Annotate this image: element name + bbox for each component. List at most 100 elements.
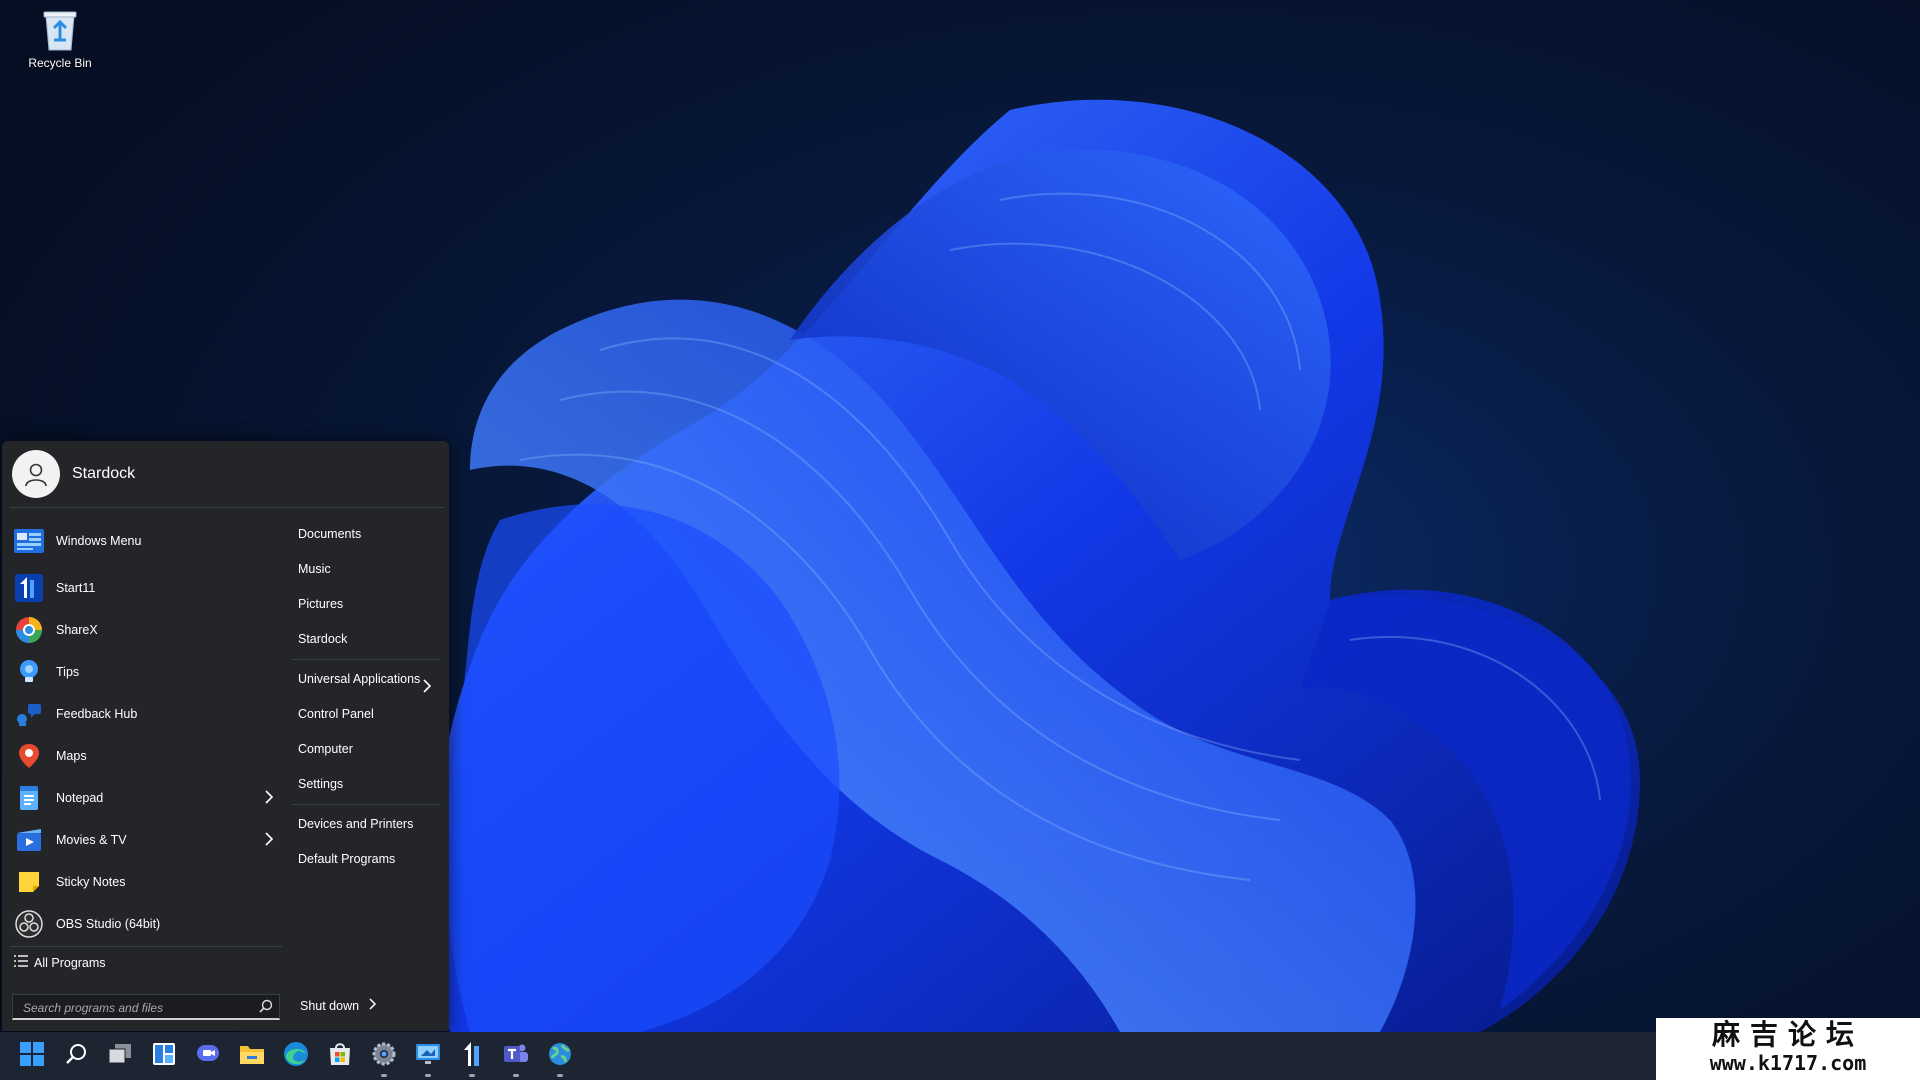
place-music[interactable]: Music xyxy=(292,552,440,587)
chevron-right-icon xyxy=(264,790,274,807)
app-label: Feedback Hub xyxy=(56,707,138,721)
desktop-icon-label: Recycle Bin xyxy=(28,56,92,70)
places-list: Documents Music Pictures Stardock Univer… xyxy=(292,517,440,877)
widgets-icon xyxy=(152,1042,176,1071)
store-icon xyxy=(328,1042,352,1071)
place-label: Stardock xyxy=(298,632,348,646)
running-indicator xyxy=(425,1074,431,1077)
running-indicator xyxy=(513,1074,519,1077)
sharex-icon xyxy=(14,615,44,645)
app-label: OBS Studio (64bit) xyxy=(56,917,161,931)
taskbar-remote-desktop[interactable] xyxy=(412,1040,444,1077)
shutdown-label: Shut down xyxy=(300,998,360,1013)
app-obs-studio[interactable]: OBS Studio (64bit) xyxy=(10,903,282,945)
app-start11[interactable]: Start11 xyxy=(10,567,282,609)
place-label: Documents xyxy=(298,527,362,541)
running-indicator xyxy=(557,1074,563,1077)
taskbar-search[interactable] xyxy=(60,1040,92,1072)
search-icon xyxy=(65,1043,87,1070)
app-sticky-notes[interactable]: Sticky Notes xyxy=(10,861,282,903)
recycle-bin-icon xyxy=(40,6,80,52)
chevron-right-icon[interactable] xyxy=(369,998,377,1013)
place-label: Universal Applications xyxy=(298,672,421,686)
place-label: Settings xyxy=(298,777,344,791)
windows-menu-icon xyxy=(14,526,44,556)
app-label: Movies & TV xyxy=(56,833,127,847)
start11-icon xyxy=(14,573,44,603)
place-label: Default Programs xyxy=(298,852,396,866)
chevron-right-icon xyxy=(264,832,274,849)
taskbar-task-view[interactable] xyxy=(104,1040,136,1072)
taskbar-start-button[interactable] xyxy=(16,1040,48,1072)
taskbar-settings[interactable] xyxy=(368,1040,400,1077)
feedback-hub-icon xyxy=(14,699,44,729)
place-label: Pictures xyxy=(298,597,344,611)
place-settings[interactable]: Settings xyxy=(292,767,440,802)
app-movies-tv[interactable]: Movies & TV xyxy=(10,819,282,861)
place-computer[interactable]: Computer xyxy=(292,732,440,767)
app-label: Start11 xyxy=(56,581,96,595)
place-stardock[interactable]: Stardock xyxy=(292,622,440,657)
place-devices-and-printers[interactable]: Devices and Printers xyxy=(292,807,440,842)
taskbar-chat[interactable] xyxy=(192,1040,224,1072)
all-programs-button[interactable]: All Programs xyxy=(14,954,106,971)
app-label: Windows Menu xyxy=(56,534,142,548)
desktop-icon-recycle-bin[interactable]: Recycle Bin xyxy=(18,6,102,70)
app-sharex[interactable]: ShareX xyxy=(10,609,282,651)
maps-icon xyxy=(14,741,44,771)
tips-icon xyxy=(14,657,44,687)
place-universal-applications[interactable]: Universal Applications xyxy=(292,662,440,697)
place-label: Computer xyxy=(298,742,353,756)
place-control-panel[interactable]: Control Panel xyxy=(292,697,440,732)
divider xyxy=(10,946,282,947)
all-programs-label: All Programs xyxy=(34,955,106,970)
app-windows-menu[interactable]: Windows Menu xyxy=(10,519,282,563)
search-icon[interactable] xyxy=(259,999,273,1018)
settings-icon xyxy=(372,1042,396,1071)
task-view-icon xyxy=(108,1043,132,1070)
start-button-icon xyxy=(20,1041,44,1071)
running-indicator xyxy=(469,1074,475,1077)
taskbar-teams[interactable] xyxy=(500,1040,532,1077)
pinned-apps-list: Windows Menu Start11 ShareX Tips Feedbac… xyxy=(10,519,282,945)
search-input[interactable] xyxy=(21,998,245,1018)
taskbar-widgets[interactable] xyxy=(148,1040,180,1072)
taskbar xyxy=(0,1032,1920,1080)
running-indicator xyxy=(381,1074,387,1077)
divider xyxy=(10,507,444,508)
place-pictures[interactable]: Pictures xyxy=(292,587,440,622)
taskbar-network-globe[interactable] xyxy=(544,1040,576,1077)
user-profile[interactable]: Stardock xyxy=(12,450,135,498)
divider xyxy=(292,804,440,805)
file-explorer-icon xyxy=(239,1043,265,1070)
taskbar-start11[interactable] xyxy=(456,1040,488,1077)
remote-desktop-icon xyxy=(415,1042,441,1071)
app-maps[interactable]: Maps xyxy=(10,735,282,777)
app-label: Sticky Notes xyxy=(56,875,126,889)
app-label: Notepad xyxy=(56,791,104,805)
chat-icon xyxy=(196,1043,220,1070)
shutdown-button[interactable]: Shut down xyxy=(300,998,377,1013)
app-notepad[interactable]: Notepad xyxy=(10,777,282,819)
taskbar-file-explorer[interactable] xyxy=(236,1040,268,1072)
taskbar-store[interactable] xyxy=(324,1040,356,1072)
app-feedback-hub[interactable]: Feedback Hub xyxy=(10,693,282,735)
app-label: Tips xyxy=(56,665,80,679)
app-tips[interactable]: Tips xyxy=(10,651,282,693)
obs-studio-icon xyxy=(14,909,44,939)
notepad-icon xyxy=(14,783,44,813)
place-default-programs[interactable]: Default Programs xyxy=(292,842,440,877)
app-label: Maps xyxy=(56,749,87,763)
divider xyxy=(292,659,440,660)
user-name: Stardock xyxy=(72,465,136,482)
search-box[interactable] xyxy=(12,994,280,1020)
watermark-line1: 麻吉论坛 xyxy=(1711,1018,1864,1051)
place-label: Devices and Printers xyxy=(298,817,414,831)
place-label: Control Panel xyxy=(298,707,374,721)
edge-icon xyxy=(283,1041,309,1072)
movies-tv-icon xyxy=(14,825,44,855)
start-menu: Stardock Windows Menu Start11 ShareX Tip… xyxy=(2,441,449,1031)
start11-icon xyxy=(461,1041,483,1072)
taskbar-edge[interactable] xyxy=(280,1040,312,1072)
place-documents[interactable]: Documents xyxy=(292,517,440,552)
